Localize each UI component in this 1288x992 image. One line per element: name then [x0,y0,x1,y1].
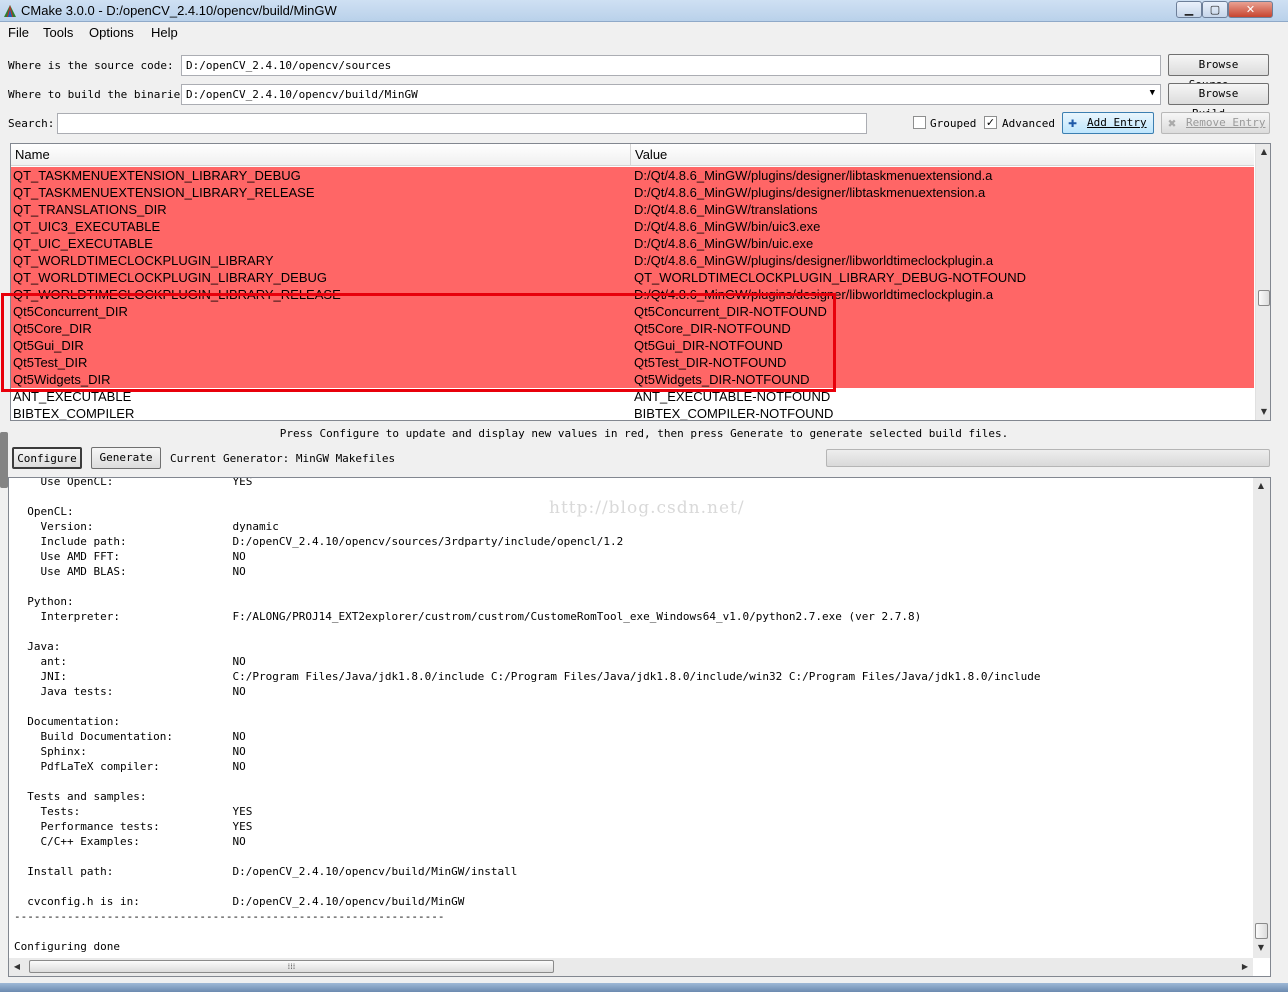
cache-entry-value[interactable]: QT_WORLDTIMECLOCKPLUGIN_LIBRARY_DEBUG-NO… [634,269,1026,286]
configure-button[interactable]: Configure [12,447,82,469]
maximize-button[interactable]: ▢ [1202,1,1228,18]
table-row[interactable]: QT_UIC3_EXECUTABLE D:/Qt/4.8.6_MinGW/bin/… [11,218,1254,235]
remove-icon: ✖ [1168,116,1177,132]
advanced-label: Advanced [1002,117,1055,130]
build-label: Where to build the binaries: [8,88,194,101]
cache-entry-value[interactable]: D:/Qt/4.8.6_MinGW/bin/uic.exe [634,235,813,252]
table-row[interactable]: QT_TRANSLATIONS_DIR D:/Qt/4.8.6_MinGW/tra… [11,201,1254,218]
cache-entry-name: QT_UIC3_EXECUTABLE [13,219,161,234]
cache-entry-value[interactable]: D:/Qt/4.8.6_MinGW/plugins/designer/libwo… [634,252,993,269]
close-button[interactable]: ✕ [1228,1,1273,18]
output-scroll-thumb[interactable] [1255,923,1268,939]
output-vertical-scrollbar[interactable]: ▲ ▼ [1253,478,1270,958]
source-path-input[interactable]: D:/openCV_2.4.10/opencv/sources [181,55,1161,76]
table-row[interactable]: BIBTEX_COMPILER BIBTEX_COMPILER-NOTFOUND [11,405,1254,421]
source-label: Where is the source code: [8,59,174,72]
table-row[interactable]: QT_UIC_EXECUTABLE D:/Qt/4.8.6_MinGW/bin/u… [11,235,1254,252]
cache-entry-value[interactable]: D:/Qt/4.8.6_MinGW/plugins/designer/libta… [634,184,985,201]
build-path-value: D:/openCV_2.4.10/opencv/build/MinGW [186,88,418,101]
current-generator-text: Current Generator: MinGW Makefiles [170,452,396,465]
cache-entry-value[interactable]: D:/Qt/4.8.6_MinGW/bin/uic3.exe [634,218,820,235]
table-scroll-thumb[interactable] [1258,290,1270,306]
table-row[interactable]: QT_WORLDTIMECLOCKPLUGIN_LIBRARY_DEBUG QT_… [11,269,1254,286]
browse-build-button[interactable]: Browse Build... [1168,83,1269,120]
grouped-label: Grouped [930,117,977,130]
cache-entry-name: QT_WORLDTIMECLOCKPLUGIN_LIBRARY [13,253,274,268]
scroll-down-arrow-icon[interactable]: ▼ [1256,404,1270,420]
splitter-handle[interactable] [0,432,8,488]
menu-help[interactable]: Help [151,25,178,40]
scroll-up-arrow-icon[interactable]: ▲ [1253,478,1269,494]
browse-source-button[interactable]: Browse Source... [1168,54,1269,91]
scroll-down-arrow-icon[interactable]: ▼ [1253,940,1269,956]
scroll-right-arrow-icon[interactable]: ▶ [1237,959,1253,975]
grouped-checkbox[interactable] [913,116,926,129]
progress-bar [826,449,1270,467]
hint-text: Press Configure to update and display ne… [279,427,1009,440]
annotation-highlight-box [1,293,836,392]
search-input[interactable] [57,113,867,134]
cache-entry-name: QT_TRANSLATIONS_DIR [13,202,167,217]
cache-entry-name: BIBTEX_COMPILER [13,406,135,421]
add-entry-button[interactable]: ✚ Add Entry [1062,112,1154,134]
output-log[interactable]: Use OpenCL: YES OpenCL: Version: dynamic… [8,477,1271,977]
taskbar [0,983,1288,992]
title-bar: CMake 3.0.0 - D:/openCV_2.4.10/opencv/bu… [0,0,1288,22]
column-header-value[interactable]: Value [635,147,667,162]
remove-entry-label: Remove Entry [1186,116,1266,129]
advanced-checkbox[interactable]: ✓ [984,116,997,129]
cache-entry-name: QT_TASKMENUEXTENSION_LIBRARY_RELEASE [13,185,315,200]
cache-entry-value[interactable]: BIBTEX_COMPILER-NOTFOUND [634,405,833,420]
minimize-button[interactable]: ▁ [1176,1,1202,18]
menu-file[interactable]: File [8,25,29,40]
cmake-window: CMake 3.0.0 - D:/openCV_2.4.10/opencv/bu… [0,0,1288,992]
chevron-down-icon[interactable]: ▼ [1150,88,1155,98]
menu-bar: File Tools Options Help [0,22,1288,44]
table-header: Name Value [11,144,1254,166]
remove-entry-button[interactable]: ✖ Remove Entry [1161,112,1270,134]
scroll-up-arrow-icon[interactable]: ▲ [1256,144,1270,160]
cache-entry-name: QT_UIC_EXECUTABLE [13,236,153,251]
window-title: CMake 3.0.0 - D:/openCV_2.4.10/opencv/bu… [21,3,337,18]
add-entry-label: Add Entry [1087,116,1147,129]
output-hscroll-thumb[interactable]: ⁞⁞⁞ [29,960,554,973]
table-row[interactable]: QT_WORLDTIMECLOCKPLUGIN_LIBRARY D:/Qt/4.8… [11,252,1254,269]
generate-button[interactable]: Generate [91,447,161,469]
cache-entry-name: QT_TASKMENUEXTENSION_LIBRARY_DEBUG [13,168,301,183]
search-label: Search: [8,117,55,130]
cache-entry-value[interactable]: D:/Qt/4.8.6_MinGW/translations [634,201,818,218]
scroll-left-arrow-icon[interactable]: ◀ [9,959,25,975]
output-horizontal-scrollbar[interactable]: ◀ ⁞⁞⁞ ▶ [9,958,1253,976]
menu-tools[interactable]: Tools [43,25,73,40]
table-vertical-scrollbar[interactable]: ▲ ▼ [1255,144,1270,420]
menu-options[interactable]: Options [89,25,134,40]
output-text: Use OpenCL: YES OpenCL: Version: dynamic… [14,477,1041,953]
table-row[interactable]: QT_TASKMENUEXTENSION_LIBRARY_RELEASE D:/Q… [11,184,1254,201]
cache-entry-name: QT_WORLDTIMECLOCKPLUGIN_LIBRARY_DEBUG [13,270,327,285]
cache-entry-value[interactable]: D:/Qt/4.8.6_MinGW/plugins/designer/libta… [634,167,992,184]
column-separator [630,144,631,166]
column-header-name[interactable]: Name [15,147,50,162]
watermark-text: http://blog.csdn.net/ [549,498,745,518]
build-path-combobox[interactable]: D:/openCV_2.4.10/opencv/build/MinGW ▼ [181,84,1161,105]
table-row[interactable]: QT_TASKMENUEXTENSION_LIBRARY_DEBUG D:/Qt/… [11,167,1254,184]
plus-icon: ✚ [1068,113,1078,131]
cmake-logo-icon [4,5,16,17]
